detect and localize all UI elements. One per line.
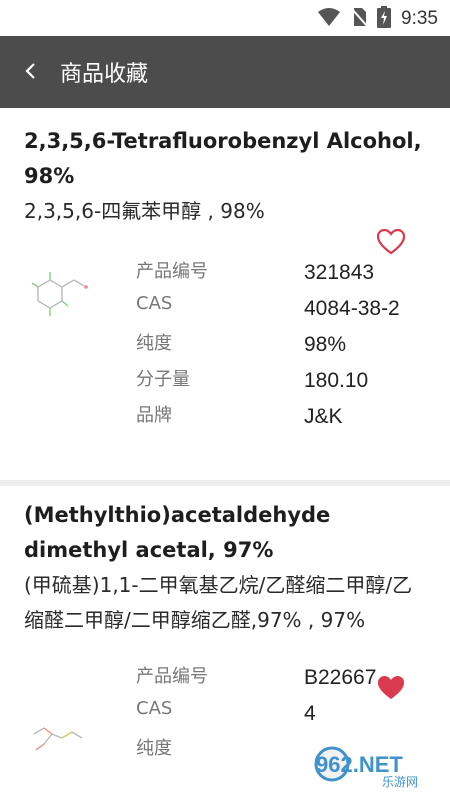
product-name-en: 2,3,5,6-Tetrafluorobenzyl Alcohol, 98% [0,124,450,194]
battery-charging-icon [377,6,391,32]
detail-row: 产品编号 B22667 [136,662,450,698]
product-structure-image [28,720,100,780]
detail-label: 产品编号 [136,257,208,283]
status-time: 9:35 [401,8,438,30]
product-name-en: (Methylthio)acetaldehyde dimethyl acetal… [0,498,450,568]
product-name-zh: 2,3,5,6-四氟苯甲醇 , 98% [0,194,450,229]
detail-label: 分子量 [136,365,190,391]
detail-row: 产品编号 321843 [136,257,450,293]
chevron-left-icon [23,57,37,87]
detail-label: 纯度 [136,329,172,355]
detail-value: B22667 [304,666,376,690]
watermark-logo: 962.NET 乐游网 [312,742,442,792]
detail-value: 4 [304,702,316,726]
product-card[interactable]: 2,3,5,6-Tetrafluorobenzyl Alcohol, 98% 2… [0,108,450,486]
watermark-subtext: 乐游网 [382,775,418,788]
detail-label: CAS [136,293,172,314]
detail-row: CAS 4 [136,698,450,734]
watermark-text: 962.NET [316,752,403,777]
detail-value: 98% [304,333,346,357]
detail-value: 180.10 [304,369,368,393]
app-bar: 商品收藏 [0,36,450,108]
detail-label: 产品编号 [136,662,208,688]
status-bar: 9:35 [0,0,450,36]
detail-label: 纯度 [136,734,172,760]
detail-label: CAS [136,698,172,719]
page-title: 商品收藏 [60,56,148,88]
detail-row: 分子量 180.10 [136,365,450,401]
heart-outline-icon[interactable] [376,228,406,258]
detail-label: 品牌 [136,401,172,427]
wifi-icon [317,7,341,31]
product-structure-image [28,266,100,326]
back-button[interactable] [0,36,60,108]
detail-value: 321843 [304,261,374,285]
no-sim-icon [351,7,367,31]
product-name-zh: (甲硫基)1,1-二甲氧基乙烷/乙醛缩二甲醇/乙缩醛二甲醇/二甲醇缩乙醛,97%… [0,568,450,638]
detail-row: CAS 4084-38-2 [136,293,450,329]
detail-row: 品牌 J&K [136,401,450,437]
detail-value: 4084-38-2 [304,297,400,321]
detail-value: J&K [304,405,343,429]
detail-row: 纯度 98% [136,329,450,365]
favorites-list: 2,3,5,6-Tetrafluorobenzyl Alcohol, 98% 2… [0,108,450,806]
